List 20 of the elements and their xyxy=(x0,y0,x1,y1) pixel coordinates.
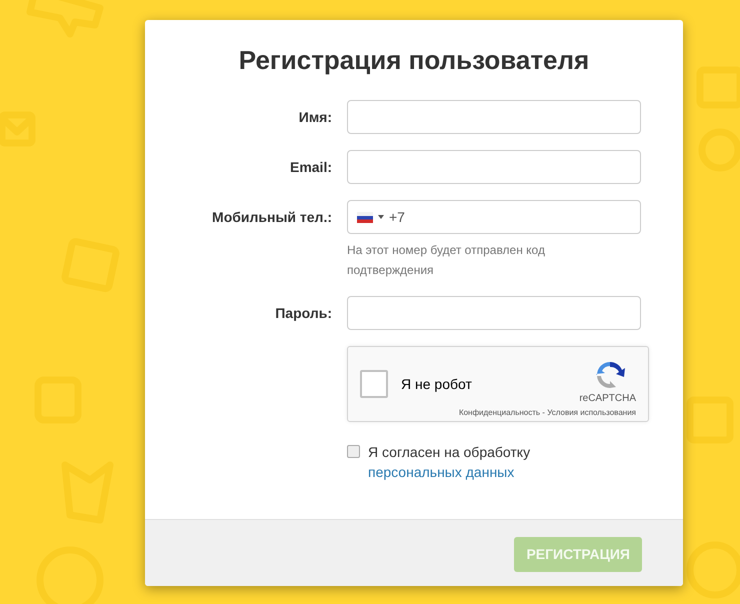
flag-icon[interactable] xyxy=(357,212,373,222)
input-field[interactable] xyxy=(347,150,641,184)
privacy-terms-link[interactable]: Конфиденциальность - Условия использования xyxy=(458,408,636,417)
field-label: Мобильный тел.: xyxy=(211,208,333,227)
captcha-label: Я не робот xyxy=(401,376,473,392)
field-label: Пароль: xyxy=(274,304,333,323)
phone-field[interactable]: +7 xyxy=(347,200,641,234)
recaptcha-brand: reCAPTCHA xyxy=(579,392,636,404)
consent-text: Я согласен на обработку xyxy=(368,443,530,462)
phone-value: +7 xyxy=(389,209,406,225)
caret-icon[interactable] xyxy=(378,215,384,219)
input-field[interactable] xyxy=(347,100,641,134)
field-label: Email: xyxy=(288,158,333,177)
input-field[interactable] xyxy=(347,296,641,330)
hint-text: На этот номер будет отправлен код подтверждения xyxy=(347,242,546,279)
captcha-checkbox[interactable] xyxy=(360,370,388,398)
personal-data-link[interactable]: персональных данных xyxy=(368,462,530,482)
field-label: Имя: xyxy=(298,108,333,127)
form-title: Регистрация пользователя xyxy=(238,45,590,76)
consent-checkbox[interactable] xyxy=(347,445,360,458)
